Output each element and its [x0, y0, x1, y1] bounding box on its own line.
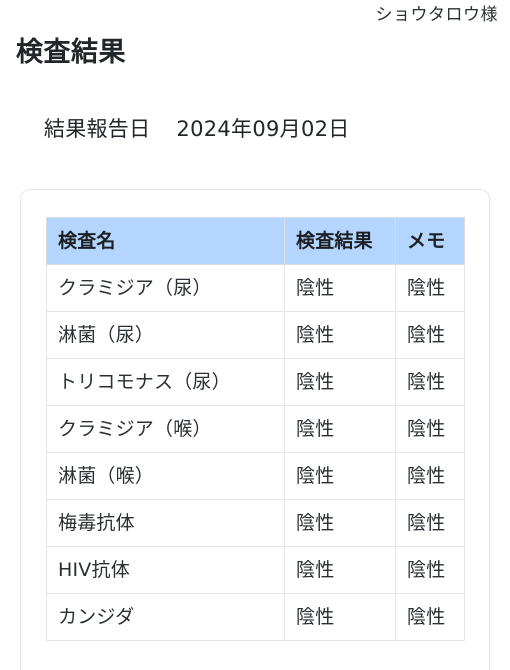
table-row: 梅毒抗体 陰性 陰性 [46, 499, 465, 547]
table-row: トリコモナス（尿） 陰性 陰性 [46, 358, 465, 406]
table-body: クラミジア（尿） 陰性 陰性 淋菌（尿） 陰性 陰性 トリコモナス（尿） 陰性 陰性 クラミジア（… [46, 264, 465, 641]
cell-test-name: HIV抗体 [46, 546, 285, 594]
report-date-value: 2024年09月02日 [176, 117, 350, 141]
table-row: カンジダ 陰性 陰性 [46, 593, 465, 641]
cell-memo: 陰性 [395, 405, 465, 453]
cell-memo: 陰性 [395, 593, 465, 641]
cell-test-result: 陰性 [284, 358, 396, 406]
table-row: 淋菌（喉） 陰性 陰性 [46, 452, 465, 500]
cell-test-name: クラミジア（尿） [46, 264, 285, 312]
table-header-row: 検査名 検査結果 メモ [46, 217, 465, 265]
user-greeting: ショウタロウ様 [375, 5, 498, 25]
cell-test-name: 淋菌（尿） [46, 311, 285, 359]
cell-test-name: クラミジア（喉） [46, 405, 285, 453]
column-header-test-name: 検査名 [46, 217, 285, 265]
cell-test-name: カンジダ [46, 593, 285, 641]
cell-memo: 陰性 [395, 499, 465, 547]
cell-test-result: 陰性 [284, 311, 396, 359]
cell-test-result: 陰性 [284, 593, 396, 641]
column-header-memo: メモ [395, 217, 465, 265]
results-card: 検査名 検査結果 メモ クラミジア（尿） 陰性 陰性 淋菌（尿） 陰性 陰性 トリコモナス（… [20, 189, 490, 670]
table-row: クラミジア（尿） 陰性 陰性 [46, 264, 465, 312]
table-row: クラミジア（喉） 陰性 陰性 [46, 405, 465, 453]
cell-test-result: 陰性 [284, 499, 396, 547]
page-title: 検査結果 [16, 37, 126, 68]
test-results-table: 検査名 検査結果 メモ クラミジア（尿） 陰性 陰性 淋菌（尿） 陰性 陰性 トリコモナス（… [46, 217, 465, 641]
cell-memo: 陰性 [395, 546, 465, 594]
cell-test-name: 淋菌（喉） [46, 452, 285, 500]
column-header-test-result: 検査結果 [284, 217, 396, 265]
greeting-row: ショウタロウ様 [0, 0, 510, 26]
test-results-page: ショウタロウ様 検査結果 結果報告日2024年09月02日 検査キットナンバー … [0, 0, 510, 670]
cell-test-result: 陰性 [284, 405, 396, 453]
table-row: 淋菌（尿） 陰性 陰性 [46, 311, 465, 359]
cell-memo: 陰性 [395, 358, 465, 406]
cell-test-result: 陰性 [284, 264, 396, 312]
cell-test-name: トリコモナス（尿） [46, 358, 285, 406]
cell-test-name: 梅毒抗体 [46, 499, 285, 547]
cell-memo: 陰性 [395, 311, 465, 359]
cell-memo: 陰性 [395, 264, 465, 312]
cell-memo: 陰性 [395, 452, 465, 500]
report-date-label: 結果報告日 [43, 117, 151, 141]
cell-test-result: 陰性 [284, 546, 396, 594]
cell-test-result: 陰性 [284, 452, 396, 500]
table-head: 検査名 検査結果 メモ [46, 217, 465, 265]
report-date-row: 結果報告日 2024年09月02日 [16, 84, 510, 174]
table-row: HIV抗体 陰性 陰性 [46, 546, 465, 594]
